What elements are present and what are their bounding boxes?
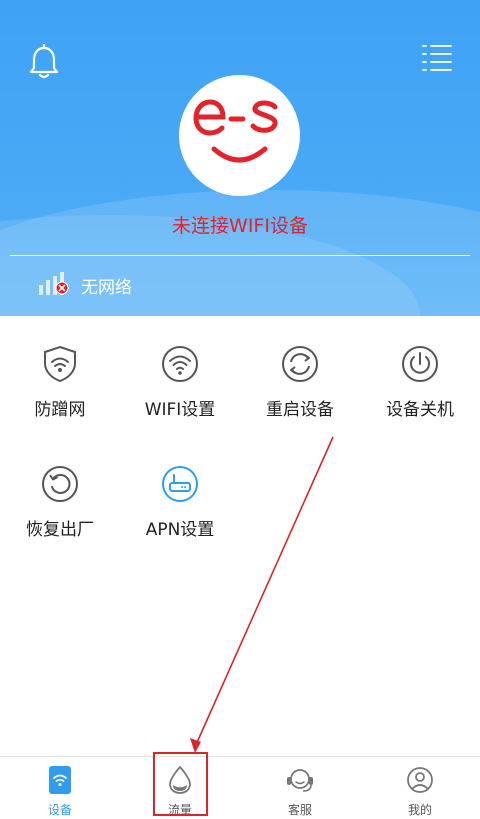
tab-customer-service[interactable]: 客服 [240,757,360,819]
wifi-shield-icon [44,345,76,383]
factory-reset-label: 恢复出厂 [26,520,94,540]
factory-reset-icon [42,466,78,502]
power-off-label: 设备关机 [386,400,454,420]
brand-logo [179,75,300,196]
apn-settings-label: APN设置 [145,520,215,540]
tab-device-label: 设备 [47,803,72,817]
apn-settings-button[interactable]: APN设置 [120,465,240,575]
wifi-settings-button[interactable]: WIFI设置 [120,345,240,455]
tab-device[interactable]: 设备 [0,757,120,819]
signal-no-network-icon [39,272,69,295]
restart-device-label: 重启设备 [266,400,334,420]
brand-logo-graphic [193,99,278,163]
annotation-highlight-box [153,752,208,816]
app-screen: 未连接WIFI设备 无网络 防蹭网 WIFI设置 重启设备 设备关机 恢复出厂 … [0,0,480,819]
power-off-button[interactable]: 设备关机 [360,345,480,455]
tab-profile[interactable]: 我的 [360,757,480,819]
bottom-nav-bar: 设备 流量 客服 我的 [0,756,480,819]
anti-leech-label: 防蹭网 [34,400,86,420]
header-divider [10,255,470,256]
tab-customer-service-label: 客服 [287,803,312,817]
header-panel: 未连接WIFI设备 无网络 [0,0,480,316]
anti-leech-button[interactable]: 防蹭网 [0,345,120,455]
wifi-settings-label: WIFI设置 [144,400,216,420]
headset-icon [287,769,313,792]
connection-status-text: 未连接WIFI设备 [172,215,308,237]
wifi-icon [162,346,198,382]
menu-list-icon[interactable] [422,44,452,72]
restart-icon [282,346,318,382]
profile-icon [407,767,433,793]
factory-reset-button[interactable]: 恢复出厂 [0,465,120,575]
router-icon [162,466,198,502]
device-icon [49,766,71,794]
restart-device-button[interactable]: 重启设备 [240,345,360,455]
bell-icon[interactable] [28,44,60,80]
network-status-text: 无网络 [81,278,132,298]
tab-profile-label: 我的 [407,803,432,817]
power-icon [402,346,438,382]
